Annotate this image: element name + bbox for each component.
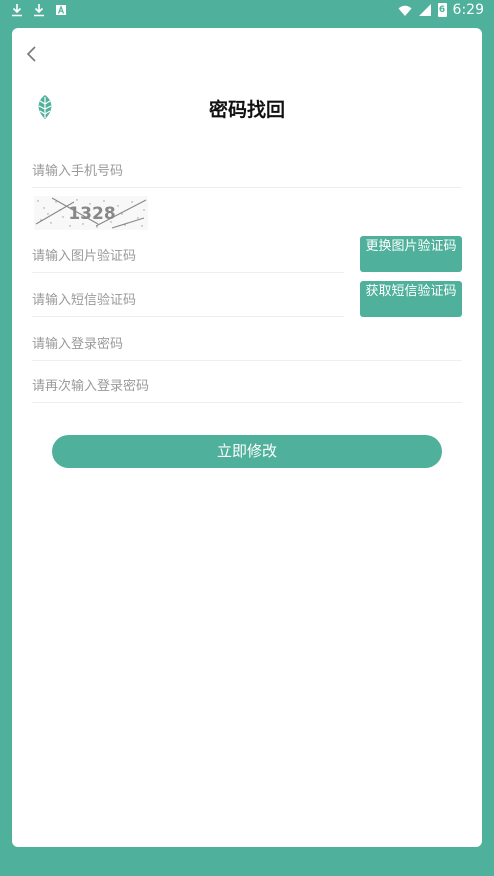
form-card: 密码找回 请输入手机号码 1328 请输入图片验证码 更换图片验证码 请输入短信… <box>12 28 482 847</box>
confirm-password-input[interactable]: 请再次输入登录密码 <box>32 372 462 403</box>
get-sms-code-button[interactable]: 获取短信验证码 <box>360 281 462 317</box>
download-icon <box>12 4 22 17</box>
a-app-icon <box>56 5 66 15</box>
change-captcha-button[interactable]: 更换图片验证码 <box>360 236 462 272</box>
sms-code-input[interactable]: 请输入短信验证码 <box>32 286 344 317</box>
phone-input[interactable]: 请输入手机号码 <box>32 157 462 188</box>
captcha-text: 1328 <box>68 204 115 224</box>
image-code-input[interactable]: 请输入图片验证码 <box>32 242 344 273</box>
wifi-icon <box>398 5 412 16</box>
battery-icon: 6 <box>437 3 447 17</box>
captcha-image[interactable]: 1328 <box>34 196 148 230</box>
status-bar: 6 6:29 <box>0 0 494 22</box>
page-title: 密码找回 <box>208 99 285 121</box>
status-bar-system: 6 6:29 <box>398 2 484 18</box>
submit-button[interactable]: 立即修改 <box>52 435 442 468</box>
signal-icon <box>418 4 431 16</box>
chevron-left-icon[interactable] <box>20 42 44 66</box>
download-icon <box>34 4 44 17</box>
password-input[interactable]: 请输入登录密码 <box>32 330 462 361</box>
status-bar-notifications <box>10 3 68 17</box>
clock: 6:29 <box>452 2 484 18</box>
battery-level: 6 <box>438 5 446 15</box>
